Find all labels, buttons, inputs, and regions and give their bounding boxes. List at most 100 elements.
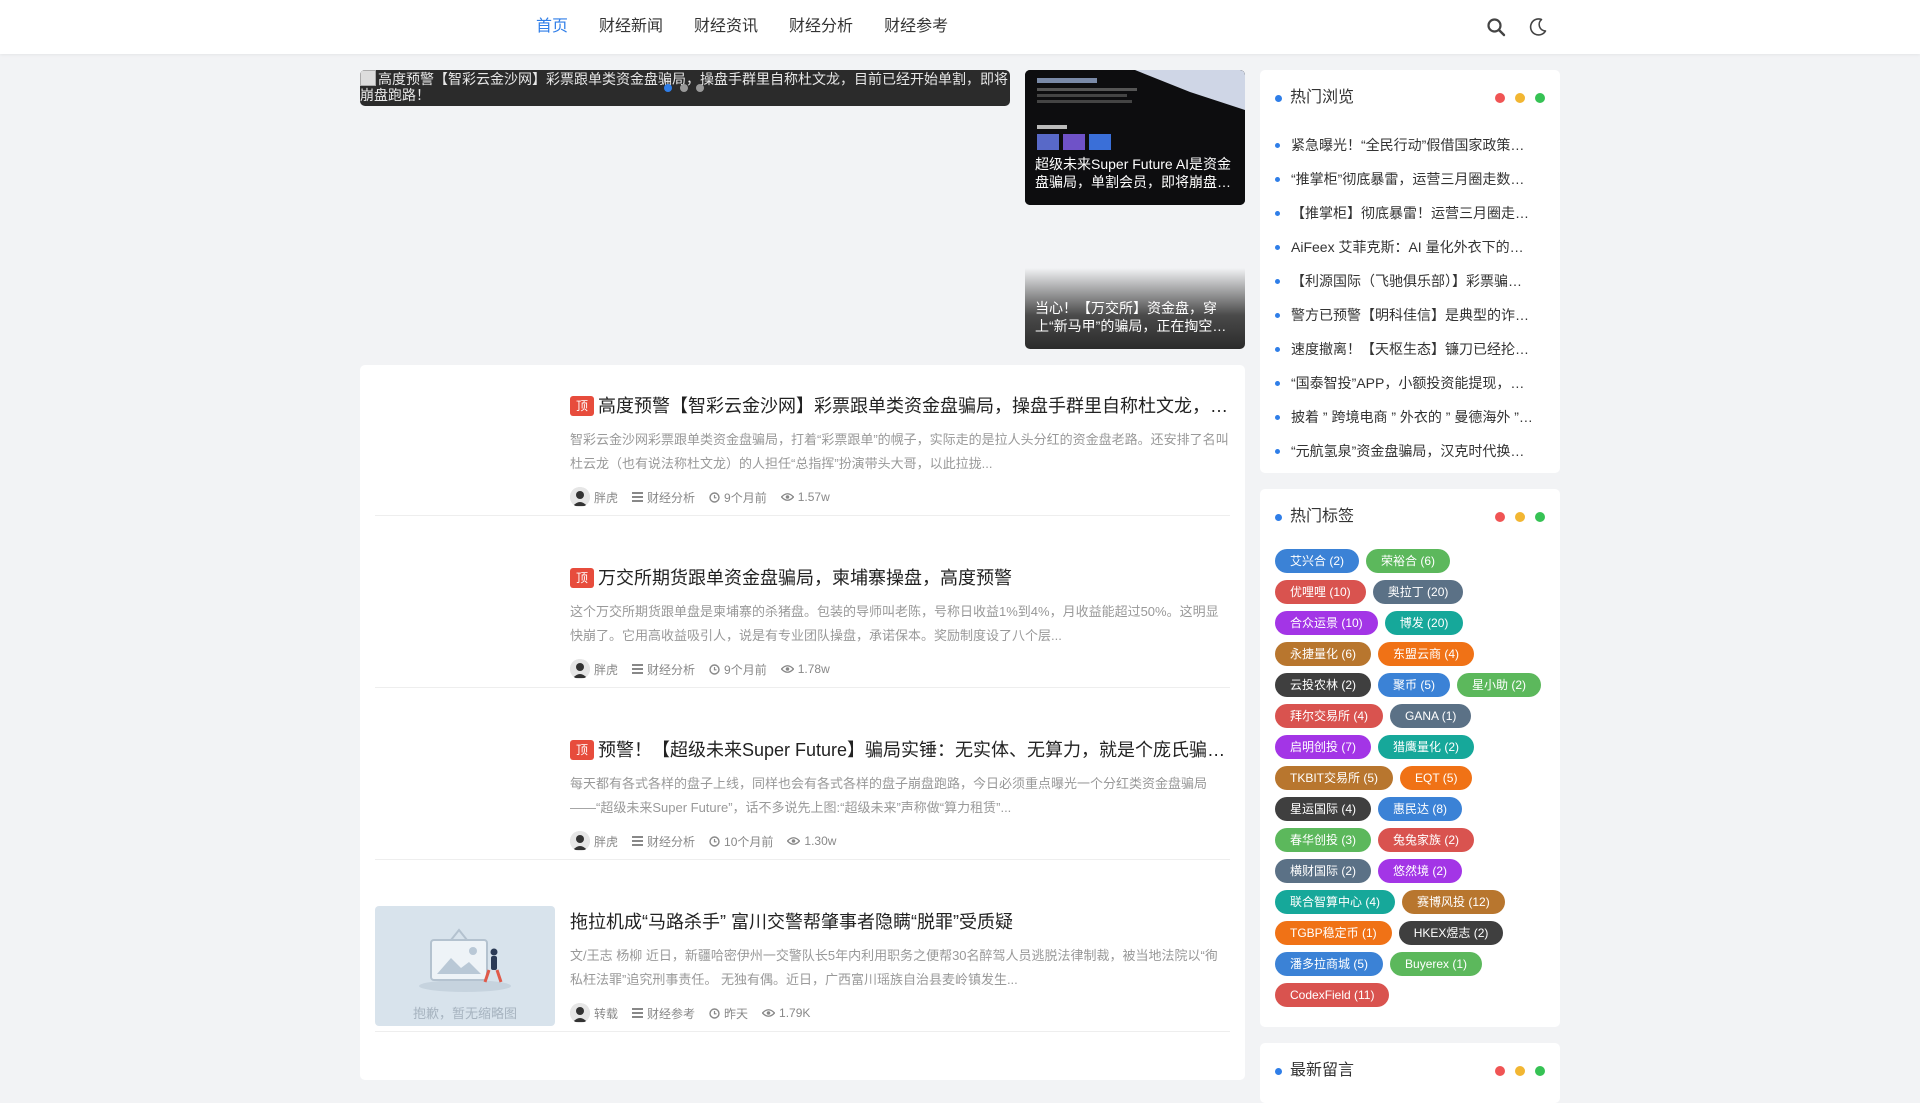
tag-item[interactable]: 云投农林 (2) (1275, 673, 1372, 697)
yellow-dot-icon (1515, 1066, 1525, 1076)
tag-item[interactable]: 启明创投 (7) (1275, 735, 1372, 759)
tag-item[interactable]: 星运国际 (4) (1275, 797, 1372, 821)
side-feature-card-1[interactable]: 超级未来Super Future AI是资金盘骗局，单割会员，即将崩盘跑路 (1025, 70, 1245, 205)
article-thumbnail[interactable] (375, 390, 555, 510)
tag-item[interactable]: 悠然境 (2) (1378, 859, 1463, 883)
list-item[interactable]: 速度撤离！【天枢生态】镰刀已经抡起，即将崩盘 (1275, 332, 1545, 366)
nav-item-finance-reference[interactable]: 财经参考 (884, 0, 948, 54)
avatar[interactable] (570, 831, 590, 851)
nav-item-finance-analysis[interactable]: 财经分析 (789, 0, 853, 54)
green-dot-icon (1535, 512, 1545, 522)
article-excerpt: 文/王志 杨柳 近日，新疆哈密伊州一交警队长5年内利用职务之便帮30名醉驾人员逃… (570, 948, 1218, 987)
tag-item[interactable]: HKEX煜志 (2) (1398, 921, 1504, 945)
slider-dot-2[interactable] (680, 84, 688, 92)
featured-slider[interactable]: 高度预警【智彩云金沙网】彩票跟单类资金盘骗局，操盘手群里自称杜文龙，目前已经开始… (360, 70, 1010, 106)
article-meta: 转载 财经参考 昨天 1.79K (570, 1002, 1230, 1024)
list-item[interactable]: 警方已预警【明科佳信】是典型的诈骗资金盘 (1275, 298, 1545, 332)
nav-item-finance-news[interactable]: 财经新闻 (599, 0, 663, 54)
tag-item[interactable]: CodexField (11) (1275, 983, 1390, 1007)
article-author[interactable]: 胖虎 (594, 833, 618, 850)
list-item[interactable]: “推掌柜”彻底暴雷，运营三月圈走数亿资金 (1275, 162, 1545, 196)
tag-item[interactable]: 春华创投 (3) (1275, 828, 1372, 852)
tag-item[interactable]: 艾兴合 (2) (1275, 549, 1360, 573)
tag-item[interactable]: 合众运景 (10) (1275, 611, 1378, 635)
list-item[interactable]: 顶高度预警【智彩云金沙网】彩票跟单类资金盘骗局，操盘手群里自称杜文龙，目前已经开… (375, 365, 1230, 516)
tag-item[interactable]: 优哩哩 (10) (1275, 580, 1366, 604)
tag-item[interactable]: 奥拉丁 (20) (1372, 580, 1464, 604)
list-item[interactable]: 抱歉，暂无缩略图 拖拉机成“马路杀手” 富川交警帮肇事者隐瞒“脱罪”受质疑 文/… (375, 881, 1230, 1032)
list-item[interactable]: 【推掌柜】彻底暴雷！运营三月圈走数亿，受害者维权无门 (1275, 196, 1545, 230)
tag-item[interactable]: 惠民达 (8) (1378, 797, 1463, 821)
avatar[interactable] (570, 659, 590, 679)
list-item[interactable]: “国泰智投”APP，小额投资能提现，大额投资被冻结 (1275, 366, 1545, 400)
green-dot-icon (1535, 1066, 1545, 1076)
tag-item[interactable]: GANA (1) (1390, 704, 1472, 728)
tag-item[interactable]: 东盟云商 (4) (1378, 642, 1475, 666)
moon-icon[interactable] (1527, 16, 1549, 38)
side-card-caption[interactable]: 超级未来Super Future AI是资金盘骗局，单割会员，即将崩盘跑路 (1035, 155, 1235, 191)
tag-item[interactable]: 博发 (20) (1384, 611, 1464, 635)
article-excerpt: 每天都有各式各样的盘子上线，同样也会有各式各样的盘子崩盘跑路，今日必须重点曝光一… (570, 776, 1208, 815)
tag-item[interactable]: 横财国际 (2) (1275, 859, 1372, 883)
tag-item[interactable]: 聚币 (5) (1378, 673, 1451, 697)
article-time: 昨天 (709, 1005, 748, 1022)
red-dot-icon (1495, 1066, 1505, 1076)
list-item[interactable]: 披着 ” 跨境电商 ” 外衣的 ” 曼德海外 ” 资金盘骗局 (1275, 400, 1545, 434)
article-title[interactable]: 顶万交所期货跟单资金盘骗局，柬埔寨操盘，高度预警 (570, 565, 1230, 591)
search-icon[interactable] (1485, 16, 1507, 38)
article-author[interactable]: 胖虎 (594, 661, 618, 678)
tag-item[interactable]: 潘多拉商城 (5) (1275, 952, 1384, 976)
tag-item[interactable]: TGBP稳定币 (1) (1275, 921, 1392, 945)
article-thumbnail[interactable] (375, 562, 555, 682)
article-views: 1.78w (780, 662, 830, 676)
tag-item[interactable]: 联合智算中心 (4) (1275, 890, 1396, 914)
tag-item[interactable]: 永捷量化 (6) (1275, 642, 1372, 666)
tag-item[interactable]: 赛博风投 (12) (1402, 890, 1505, 914)
list-item[interactable]: 【利源国际（飞驰俱乐部）】彩票骗局曝光 (1275, 264, 1545, 298)
list-item[interactable]: 顶预警！【超级未来Super Future】骗局实锤：无实体、无算力，就是个庞氏… (375, 709, 1230, 860)
list-item[interactable]: AiFeex 艾菲克斯：AI 量化外衣下的资金盘骗局 (1275, 230, 1545, 264)
widget-title: 热门标签 (1290, 508, 1355, 525)
article-category[interactable]: 财经分析 (632, 661, 695, 678)
article-title[interactable]: 顶高度预警【智彩云金沙网】彩票跟单类资金盘骗局，操盘手群里自称杜文龙，目前已经开… (570, 393, 1230, 419)
side-feature-card-2[interactable]: 当心！【万交所】资金盘，穿上“新马甲”的骗局，正在掏空投资者 (1025, 214, 1245, 349)
article-category[interactable]: 财经分析 (632, 833, 695, 850)
article-author[interactable]: 胖虎 (594, 489, 618, 506)
tag-item[interactable]: 星小助 (2) (1457, 673, 1542, 697)
article-category[interactable]: 财经分析 (632, 489, 695, 506)
tag-item[interactable]: 拜尔交易所 (4) (1275, 704, 1384, 728)
list-item[interactable]: 紧急曝光！“全民行动”假借国家政策之名，实为资金盘骗局 (1275, 128, 1545, 162)
tag-item[interactable]: 荣裕合 (6) (1366, 549, 1451, 573)
tag-item[interactable]: EQT (5) (1400, 766, 1473, 790)
article-author[interactable]: 转载 (594, 1005, 618, 1022)
eye-icon (780, 665, 794, 673)
placeholder-text: 抱歉，暂无缩略图 (412, 1006, 517, 1021)
article-thumbnail[interactable] (375, 734, 555, 854)
list-item[interactable]: 顶万交所期货跟单资金盘骗局，柬埔寨操盘，高度预警 这个万交所期货跟单盘是柬埔寨的… (375, 537, 1230, 688)
tag-item[interactable]: 猎鹰量化 (2) (1378, 735, 1475, 759)
nav-item-home[interactable]: 首页 (536, 0, 568, 54)
list-item[interactable]: “元航氢泉”资金盘骗局，汉克时代换皮重来 (1275, 434, 1545, 468)
main-nav: 首页 财经新闻 财经资讯 财经分析 财经参考 (536, 0, 979, 54)
article-list: 顶高度预警【智彩云金沙网】彩票跟单类资金盘骗局，操盘手群里自称杜文龙，目前已经开… (360, 365, 1245, 1080)
slider-dot-1[interactable] (664, 84, 672, 92)
article-time: 9个月前 (709, 489, 767, 506)
avatar[interactable] (570, 487, 590, 507)
avatar[interactable] (570, 1003, 590, 1023)
red-dot-icon (1495, 512, 1505, 522)
article-title[interactable]: 拖拉机成“马路杀手” 富川交警帮肇事者隐瞒“脱罪”受质疑 (570, 909, 1230, 935)
widget-latest-comments: 最新留言 (1260, 1043, 1560, 1103)
side-card-caption[interactable]: 当心！【万交所】资金盘，穿上“新马甲”的骗局，正在掏空投资者 (1035, 299, 1235, 335)
article-title[interactable]: 顶预警！【超级未来Super Future】骗局实锤：无实体、无算力，就是个庞氏… (570, 737, 1230, 763)
widget-header: 热门标签 (1275, 505, 1545, 529)
list-icon (632, 836, 644, 846)
article-meta: 胖虎 财经分析 10个月前 1.30w (570, 830, 1230, 852)
article-category[interactable]: 财经参考 (632, 1005, 695, 1022)
tag-item[interactable]: TKBIT交易所 (5) (1275, 766, 1394, 790)
tag-item[interactable]: 兔兔家族 (2) (1378, 828, 1475, 852)
nav-item-finance-info[interactable]: 财经资讯 (694, 0, 758, 54)
slider-dot-3[interactable] (696, 84, 704, 92)
article-views: 1.30w (787, 834, 836, 848)
article-thumbnail-placeholder[interactable]: 抱歉，暂无缩略图 (375, 906, 555, 1026)
tag-item[interactable]: Buyerex (1) (1390, 952, 1483, 976)
